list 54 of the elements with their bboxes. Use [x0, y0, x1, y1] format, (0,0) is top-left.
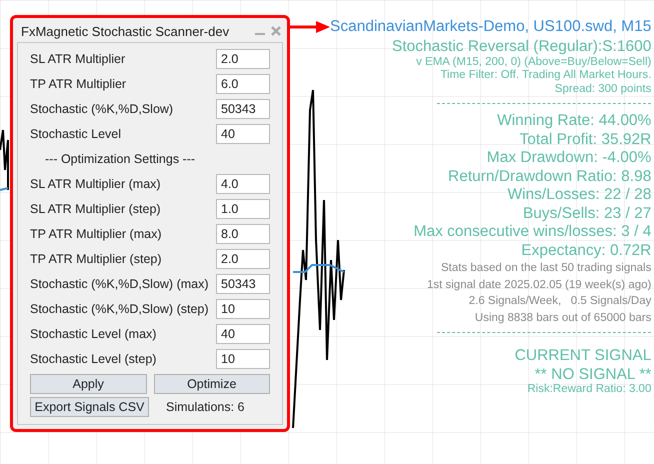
field-label: Stochastic Level (max): [30, 326, 156, 340]
field-label: SL ATR Multiplier: [30, 52, 126, 66]
section-heading: --- Optimization Settings ---: [45, 152, 196, 166]
input-field[interactable]: 2.0: [216, 248, 270, 268]
optimize-button[interactable]: Optimize: [154, 374, 270, 394]
moving-average-line: [0, 187, 8, 191]
input-field[interactable]: 50343: [216, 98, 270, 118]
field-label: SL ATR Multiplier (step): [30, 202, 161, 216]
field-label: TP ATR Multiplier (step): [30, 252, 162, 266]
stat-text: Max Drawdown: -4.00%: [486, 150, 652, 166]
field-label: TP ATR Multiplier (max): [30, 226, 162, 240]
input-field[interactable]: 6.0: [216, 74, 270, 94]
field-label: TP ATR Multiplier: [30, 76, 126, 90]
field-label: Stochastic Level (step): [30, 352, 156, 366]
note-text: Stats based on the last 50 trading signals: [441, 263, 652, 274]
info-text: Time Filter: Off. Trading All Market Hours.: [440, 70, 652, 82]
field-label: SL ATR Multiplier (max): [30, 176, 161, 190]
stat-text: CURRENT SIGNAL: [514, 348, 652, 364]
stat-text: Max consecutive wins/losses: 3 / 4: [414, 224, 652, 240]
close-icon[interactable]: [271, 26, 281, 36]
input-field[interactable]: 2.0: [216, 48, 270, 68]
info-text: Spread: 300 points: [554, 84, 652, 95]
account-symbol-text: ScandinavianMarkets-Demo, US100.swd, M15: [330, 18, 652, 36]
field-label: Stochastic (%K,%D,Slow) (step): [30, 302, 209, 316]
stat-text: Buys/Sells: 23 / 27: [522, 206, 652, 221]
input-field[interactable]: 4.0: [216, 174, 270, 194]
stat-text: ** NO SIGNAL **: [534, 366, 652, 382]
field-label: Stochastic (%K,%D,Slow): [30, 102, 174, 116]
price-line: [0, 129, 9, 190]
input-field[interactable]: 8.0: [216, 224, 270, 244]
simulations-count: Simulations: 6: [166, 400, 245, 414]
field-label: Stochastic (%K,%D,Slow) (max): [30, 276, 209, 290]
field-label: Stochastic Level: [30, 126, 122, 140]
input-field[interactable]: 40: [216, 124, 270, 144]
apply-button[interactable]: Apply: [30, 374, 146, 394]
stat-text: Total Profit: 35.92R: [520, 132, 652, 147]
input-field[interactable]: 40: [216, 324, 270, 344]
stat-text: Winning Rate: 44.00%: [497, 113, 652, 128]
info-text: Risk:Reward Ratio: 3.00: [527, 384, 652, 396]
moving-average-line: [293, 264, 344, 273]
input-field[interactable]: 1.0: [216, 198, 270, 218]
note-text: 1st signal date 2025.02.05 (19 week(s) ago): [426, 280, 652, 291]
stat-text: Wins/Losses: 22 / 28: [507, 187, 652, 202]
dialog-title: FxMagnetic Stochastic Scanner-dev: [21, 24, 230, 38]
note-text: 2.6 Signals/Week, 0.5 Signals/Day: [468, 296, 652, 308]
stat-text: Return/Drawdown Ratio: 8.98: [448, 168, 652, 184]
stat-text: Expectancy: 0.72R: [521, 242, 652, 258]
stat-text: Stochastic Reversal (Regular):S:1600: [392, 39, 652, 54]
input-field[interactable]: 50343: [216, 274, 270, 294]
info-text: v EMA (M15, 200, 0) (Above=Buy/Below=Sell): [416, 56, 652, 68]
note-text: Using 8838 bars out of 65000 bars: [474, 312, 652, 324]
input-field[interactable]: 10: [216, 298, 270, 318]
input-field[interactable]: 10: [216, 348, 270, 368]
export-button[interactable]: Export Signals CSV: [30, 397, 149, 417]
